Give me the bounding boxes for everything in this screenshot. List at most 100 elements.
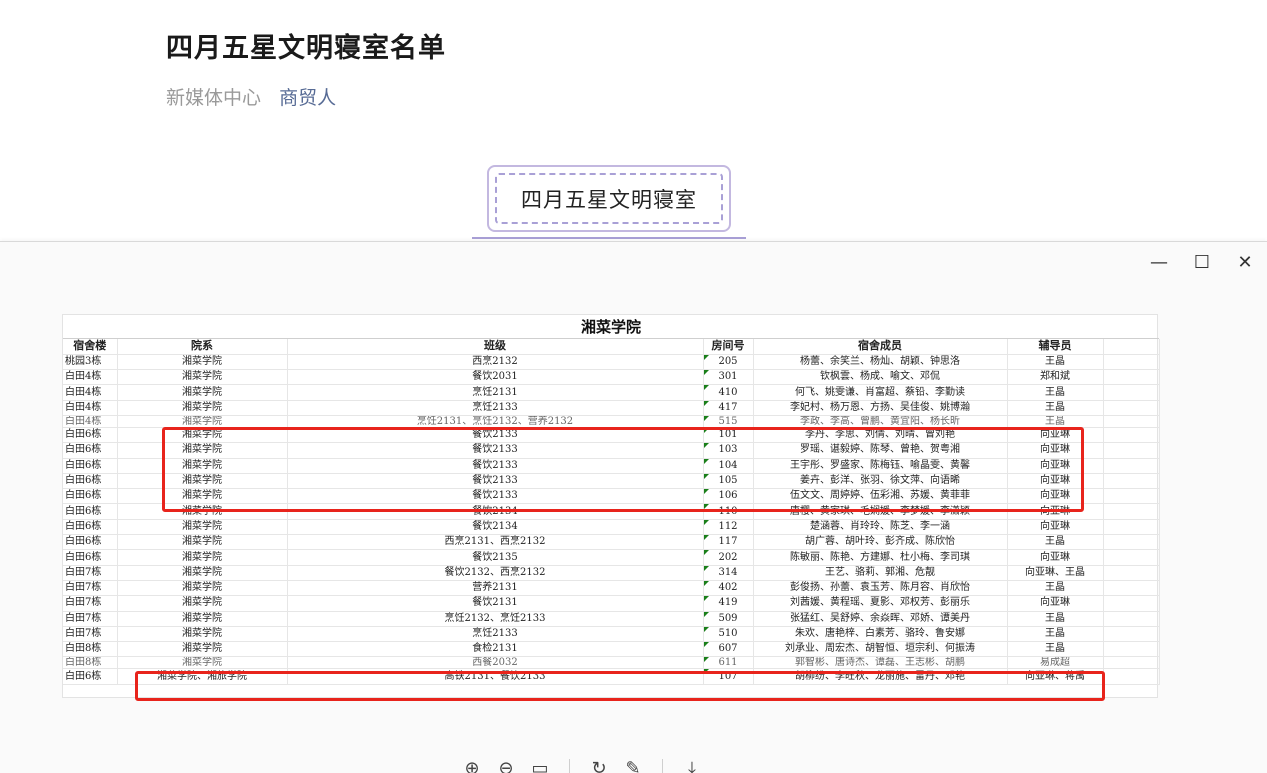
section-tag-box: 四月五星文明寝室 [487, 165, 731, 232]
table-cell: 王宇彤、罗盛家、陈梅钰、喻晶雯、黄馨 [753, 458, 1008, 474]
header-cell: 宿舍成员 [753, 339, 1008, 355]
table-row: 白田6栋 湘菜学院 餐饮2133 105 姜卉、彭洋、张羽、徐文萍、向语晞 向亚琳 [63, 473, 1160, 490]
table-cell: 湘菜学院、湘旅学院 [117, 668, 288, 685]
table-cell: 白田7栋 [63, 626, 118, 643]
table-cell: 何飞、姚雯谦、肖富超、蔡铅、李勤读 [753, 384, 1008, 401]
table-cell: 餐饮2133 [287, 488, 704, 505]
table-cell-empty [1103, 580, 1160, 597]
table-cell: 湘菜学院 [117, 565, 288, 581]
table-cell: 王晶 [1007, 626, 1104, 643]
table-row: 白田6栋 湘菜学院 餐饮2135 202 陈敏丽、陈艳、方建娜、杜小梅、李司琪 向亚琳 [63, 549, 1160, 566]
table-cell-empty [1103, 534, 1160, 551]
table-cell: 向亚琳 [1007, 458, 1104, 474]
fit-icon[interactable]: ▭ [523, 757, 557, 773]
dorm-table: 宿舍楼 院系 班级 房间号 宿舍成员 辅导员 桃园3栋 湘菜学院 西烹2132 205… [63, 339, 1160, 685]
zoom-in-icon[interactable]: ⊕ [455, 757, 489, 773]
table-cell: 伍文文、周婷婷、伍彩湘、苏媛、黄菲菲 [753, 488, 1008, 505]
table-cell: 西餐2032 [287, 656, 704, 670]
maximize-icon[interactable]: ☐ [1187, 247, 1217, 277]
table-row: 白田8栋 湘菜学院 西餐2032 611 郭智彬、唐诗杰、谭磊、王志彬、胡鹏 易成超 [63, 656, 1160, 670]
header-cell: 房间号 [703, 339, 754, 355]
zoom-out-icon[interactable]: ⊖ [489, 757, 523, 773]
header-cell: 班级 [287, 339, 704, 355]
table-cell: 西烹2131、西烹2132 [287, 534, 704, 551]
table-cell-empty [1103, 384, 1160, 401]
close-icon[interactable]: ✕ [1230, 247, 1260, 277]
page-root: 四月五星文明寝室名单 新媒体中心 商贸人 四月五星文明寝室 — ☐ ✕ 湘菜学院… [0, 0, 1267, 773]
table-row: 白田6栋 湘菜学院 西烹2131、西烹2132 117 胡广蓉、胡叶玲、彭齐成、陈欣怡王… [63, 534, 1160, 551]
table-cell: 白田4栋 [63, 400, 118, 416]
table-cell: 向亚琳 [1007, 503, 1104, 520]
table-cell: 湘菜学院 [117, 595, 288, 612]
table-cell-empty [1103, 369, 1160, 386]
table-cell: 湘菜学院 [117, 369, 288, 386]
table-cell: 湘菜学院 [117, 641, 288, 658]
section-tag-label: 四月五星文明寝室 [495, 173, 723, 224]
table-cell-empty [1103, 595, 1160, 612]
table-cell: 杨蕾、余笑兰、杨灿、胡颖、钟思洛 [753, 354, 1008, 371]
table-cell: 湘菜学院 [117, 400, 288, 416]
table-row: 桃园3栋 湘菜学院 西烹2132 205 杨蕾、余笑兰、杨灿、胡颖、钟思洛 王晶 [63, 354, 1160, 371]
minimize-icon[interactable]: — [1144, 247, 1174, 277]
table-cell: 白田6栋 [63, 427, 118, 444]
table-cell: 湘菜学院 [117, 458, 288, 474]
table-cell: 湘菜学院 [117, 611, 288, 627]
table-cell: 湘菜学院 [117, 442, 288, 459]
sheet-title: 湘菜学院 [63, 315, 1159, 339]
table-cell: 餐饮2131 [287, 595, 704, 612]
table-cell: 餐饮2132、西烹2132 [287, 565, 704, 581]
table-row: 白田6栋 湘菜学院 餐饮2133 106 伍文文、周婷婷、伍彩湘、苏媛、黄菲菲 向亚琳 [63, 488, 1160, 505]
table-cell: 白田7栋 [63, 611, 118, 627]
edit-icon[interactable]: ✎ [616, 757, 650, 773]
table-row: 白田7栋 湘菜学院 营养2131 402 彭俊扬、孙蕾、袁玉芳、陈月容、肖欣怡 王晶 [63, 580, 1160, 597]
table-cell: 向亚琳 [1007, 519, 1104, 536]
toolbar-divider [569, 759, 570, 773]
table-row: 白田6栋 湘菜学院 餐饮2133 103 罗瑶、谌毅婷、陈琴、曾艳、贺粤湘 向亚琳 [63, 442, 1160, 459]
table-cell: 钦枫雲、杨成、喻文、邓侃 [753, 369, 1008, 386]
table-cell: 417 [703, 400, 754, 416]
table-cell: 李丹、李思、刘倩、刘晴、曾刘艳 [753, 427, 1008, 444]
table-cell: 白田6栋 [63, 503, 118, 520]
table-cell: 王晶 [1007, 400, 1104, 416]
table-cell: 王晶 [1007, 384, 1104, 401]
table-row: 白田4栋 湘菜学院 烹饪2133 417 李妃村、杨万恩、方扬、吴佳俊、姚博瀚 王晶 [63, 400, 1160, 416]
table-cell: 王晶 [1007, 641, 1104, 658]
table-cell: 烹饪2133 [287, 626, 704, 643]
table-cell: 湘菜学院 [117, 656, 288, 670]
table-row: 白田6栋 湘菜学院、湘旅学院 高铁2131、餐饮2133 107 胡柳纷、李旺秋、龙丽施… [63, 668, 1160, 685]
table-cell: 餐饮2133 [287, 473, 704, 490]
download-icon[interactable]: ⤓ [675, 757, 709, 773]
table-cell: 402 [703, 580, 754, 597]
table-cell-empty [1103, 503, 1160, 520]
table-cell: 向亚琳 [1007, 442, 1104, 459]
spreadsheet-image: 湘菜学院 宿舍楼 院系 班级 房间号 宿舍成员 辅导员 桃园3栋 湘菜学院 西烹… [62, 314, 1160, 698]
table-cell: 301 [703, 369, 754, 386]
header-cell: 宿舍楼 [63, 339, 118, 355]
table-cell: 向亚琳 [1007, 427, 1104, 444]
table-cell: 刘承业、周宏杰、胡智恒、垣宗利、何振涛 [753, 641, 1008, 658]
table-cell: 106 [703, 488, 754, 505]
rotate-icon[interactable]: ↻ [582, 757, 616, 773]
table-cell: 湘菜学院 [117, 415, 288, 428]
table-cell: 515 [703, 415, 754, 428]
table-cell: 湘菜学院 [117, 519, 288, 536]
section-tag-underline [472, 237, 746, 239]
table-row: 白田4栋 湘菜学院 烹饪2131 410 何飞、姚雯谦、肖富超、蔡铅、李勤读 王晶 [63, 384, 1160, 401]
table-cell-empty [1103, 611, 1160, 627]
article-source: 新媒体中心 [166, 87, 262, 109]
table-cell: 白田6栋 [63, 534, 118, 551]
table-cell: 湘菜学院 [117, 626, 288, 643]
table-cell: 朱欢、唐艳梓、白素芳、骆玲、鲁安娜 [753, 626, 1008, 643]
viewer-toolbar: ⊕ ⊖ ▭ ↻ ✎ ⤓ [455, 757, 709, 773]
table-cell: 郑和斌 [1007, 369, 1104, 386]
header-cell: 院系 [117, 339, 288, 355]
table-row: 白田7栋 湘菜学院 烹饪2133 510 朱欢、唐艳梓、白素芳、骆玲、鲁安娜 王晶 [63, 626, 1160, 643]
table-cell: 湘菜学院 [117, 549, 288, 566]
table-cell: 餐饮2133 [287, 458, 704, 474]
table-row: 白田8栋 湘菜学院 食检2131 607 刘承业、周宏杰、胡智恒、垣宗利、何振涛 王晶 [63, 641, 1160, 658]
table-cell: 419 [703, 595, 754, 612]
table-cell: 白田4栋 [63, 415, 118, 428]
article-author-link[interactable]: 商贸人 [279, 87, 336, 109]
table-cell: 西烹2132 [287, 354, 704, 371]
table-cell: 湘菜学院 [117, 354, 288, 371]
